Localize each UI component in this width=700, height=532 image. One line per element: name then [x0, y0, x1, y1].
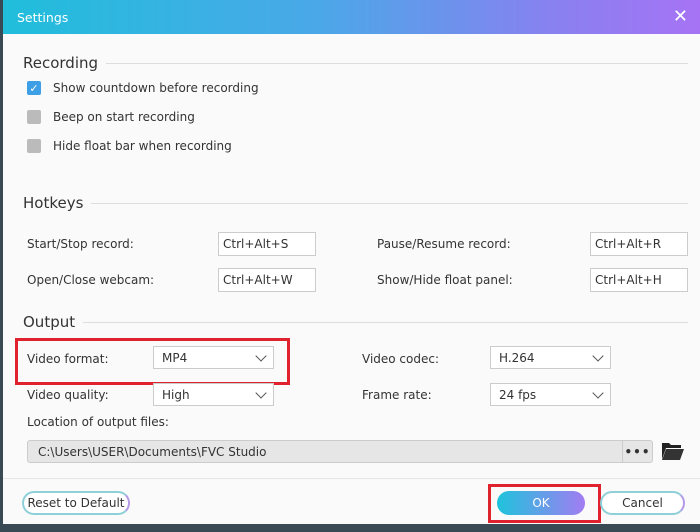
webcam-label: Open/Close webcam: — [27, 273, 155, 287]
float-panel-hotkey-input[interactable]: Ctrl+Alt+H — [590, 268, 688, 292]
video-codec-label: Video codec: — [362, 352, 440, 366]
checkbox-label: Hide float bar when recording — [53, 139, 232, 153]
recording-heading: Recording — [23, 54, 99, 72]
select-value: H.264 — [499, 350, 535, 365]
dialog-title: Settings — [17, 9, 69, 25]
video-quality-label: Video quality: — [27, 388, 109, 402]
hotkeys-heading: Hotkeys — [23, 194, 84, 212]
chevron-down-icon — [592, 349, 604, 362]
video-codec-select[interactable]: H.264 — [490, 346, 611, 369]
title-bar: Settings ✕ — [3, 0, 700, 34]
chevron-down-icon — [255, 386, 267, 399]
output-section: Output — [23, 313, 688, 331]
checkbox-show-countdown[interactable]: ✓ Show countdown before recording — [27, 81, 259, 95]
select-value: MP4 — [162, 350, 188, 365]
hotkeys-section: Hotkeys — [23, 194, 688, 212]
pause-resume-label: Pause/Resume record: — [377, 237, 511, 251]
chevron-down-icon — [255, 349, 267, 362]
browse-button[interactable]: ••• — [622, 441, 652, 462]
start-stop-hotkey-input[interactable]: Ctrl+Alt+S — [218, 232, 316, 256]
output-location-input[interactable]: C:\Users\USER\Documents\FVC Studio ••• — [27, 440, 653, 463]
checkbox-hide-float-bar[interactable]: Hide float bar when recording — [27, 139, 232, 153]
output-heading: Output — [23, 313, 76, 331]
checkbox-beep[interactable]: Beep on start recording — [27, 110, 195, 124]
divider — [91, 202, 688, 204]
divider — [106, 62, 688, 64]
video-format-label: Video format: — [27, 352, 109, 366]
checkbox-box — [27, 139, 41, 153]
webcam-hotkey-input[interactable]: Ctrl+Alt+W — [218, 268, 316, 292]
cancel-button[interactable]: Cancel — [600, 491, 685, 515]
float-panel-label: Show/Hide float panel: — [377, 273, 513, 287]
divider — [83, 321, 688, 323]
select-value: 24 fps — [499, 387, 537, 402]
location-label: Location of output files: — [27, 415, 169, 429]
ok-button[interactable]: OK — [497, 491, 585, 515]
frame-rate-label: Frame rate: — [362, 388, 432, 402]
video-quality-select[interactable]: High — [153, 383, 274, 406]
reset-to-default-button[interactable]: Reset to Default — [22, 491, 130, 515]
start-stop-label: Start/Stop record: — [27, 237, 134, 251]
settings-dialog: Settings ✕ Recording ✓ Show countdown bef… — [3, 0, 700, 524]
video-format-select[interactable]: MP4 — [153, 346, 274, 369]
select-value: High — [162, 387, 190, 402]
frame-rate-select[interactable]: 24 fps — [490, 383, 611, 406]
checkbox-label: Show countdown before recording — [53, 81, 259, 95]
pause-resume-hotkey-input[interactable]: Ctrl+Alt+R — [590, 232, 688, 256]
checkbox-box — [27, 110, 41, 124]
chevron-down-icon — [592, 386, 604, 399]
close-icon[interactable]: ✕ — [673, 7, 688, 27]
checkbox-label: Beep on start recording — [53, 110, 195, 124]
recording-section: Recording — [23, 54, 688, 72]
output-path: C:\Users\USER\Documents\FVC Studio — [38, 444, 267, 459]
check-icon: ✓ — [27, 81, 41, 95]
folder-icon[interactable] — [661, 441, 685, 461]
